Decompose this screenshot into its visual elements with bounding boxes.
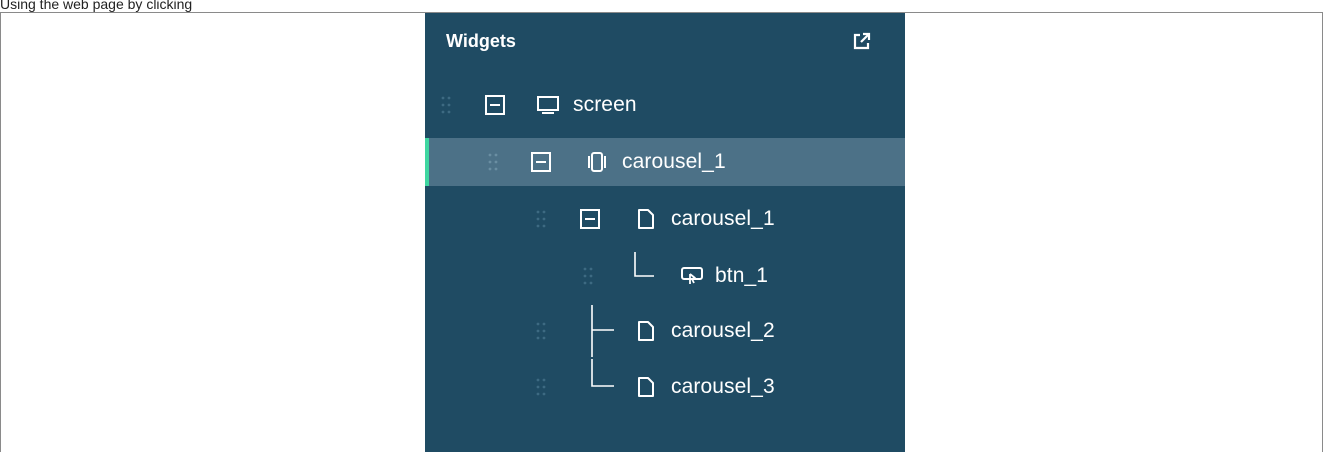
tree-node-label: screen (573, 93, 637, 116)
tree-node-carousel-1[interactable]: carousel_1 (425, 138, 905, 186)
tree-node-btn-1[interactable]: btn_1 (425, 252, 905, 300)
widgets-panel: Widgets screen carousel_1 carousel_1 btn… (425, 13, 905, 452)
tree-connector-icon (634, 252, 654, 277)
tree-connector-icon (591, 359, 614, 387)
page-icon (634, 320, 658, 342)
tree-node-carousel-1-page[interactable]: carousel_1 (425, 195, 905, 243)
tree-node-screen[interactable]: screen (425, 81, 905, 129)
tree-node-label: carousel_3 (671, 375, 775, 398)
tree-node-label: carousel_1 (671, 207, 775, 230)
panel-header: Widgets (425, 13, 905, 69)
page-icon (634, 208, 658, 230)
tree-node-carousel-2[interactable]: carousel_2 (425, 305, 905, 357)
drag-handle-icon[interactable] (441, 95, 451, 115)
collapse-toggle-icon[interactable] (485, 95, 505, 115)
panel-title: Widgets (446, 31, 516, 51)
monitor-icon (536, 94, 560, 116)
drag-handle-icon[interactable] (536, 377, 546, 397)
selection-indicator (425, 138, 429, 186)
drag-handle-icon[interactable] (536, 209, 546, 229)
collapse-toggle-icon[interactable] (531, 152, 551, 172)
tree-connector-icon (591, 305, 614, 357)
tree-node-carousel-3[interactable]: carousel_3 (425, 359, 905, 411)
tree-node-label: carousel_1 (622, 150, 726, 173)
carousel-icon (585, 151, 609, 173)
collapse-toggle-icon[interactable] (580, 209, 600, 229)
drag-handle-icon[interactable] (488, 152, 498, 172)
drag-handle-icon[interactable] (583, 266, 593, 286)
button-icon (680, 265, 704, 287)
tree-node-label: carousel_2 (671, 319, 775, 342)
caption-fragment: Using the web page by clicking (0, 0, 193, 12)
page-icon (634, 376, 658, 398)
external-link-icon[interactable] (852, 31, 872, 51)
tree-node-label: btn_1 (715, 264, 769, 287)
drag-handle-icon[interactable] (536, 321, 546, 341)
